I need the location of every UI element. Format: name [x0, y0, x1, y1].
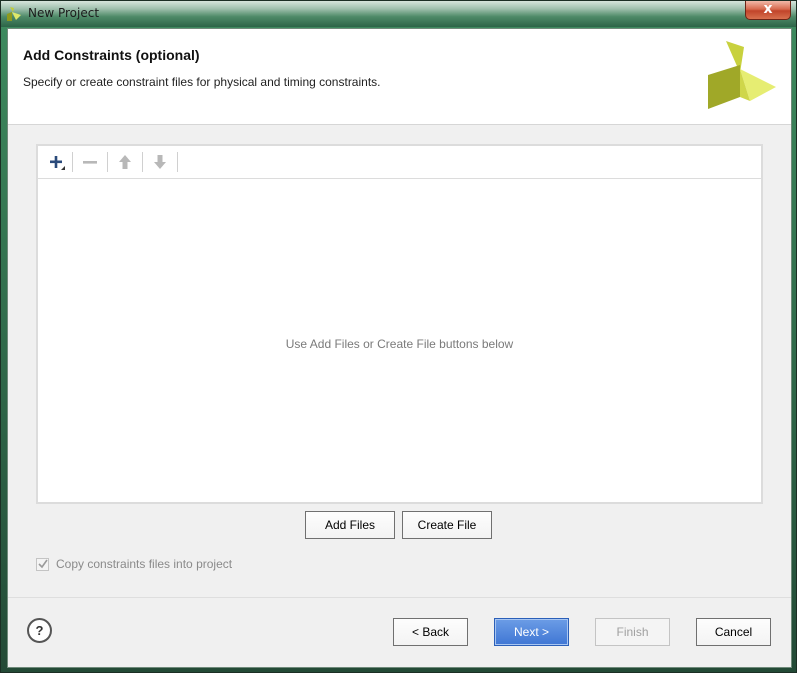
- title-bar[interactable]: New Project x: [1, 1, 796, 27]
- file-table-toolbar: [38, 146, 761, 179]
- remove-button[interactable]: [78, 151, 102, 173]
- toolbar-separator: [177, 152, 178, 172]
- next-button[interactable]: Next >: [494, 618, 569, 646]
- copy-constraints-checkbox[interactable]: [36, 557, 49, 571]
- dialog-client-area: Add Constraints (optional) Specify or cr…: [7, 28, 792, 668]
- dialog-window: New Project x Add Constraints (optional)…: [0, 0, 797, 673]
- plus-icon: [50, 156, 65, 170]
- add-button[interactable]: [44, 151, 68, 173]
- empty-table-message: Use Add Files or Create File buttons bel…: [285, 337, 514, 351]
- checkmark-icon: [37, 559, 48, 569]
- arrow-up-icon: [119, 155, 131, 169]
- toolbar-separator: [72, 152, 73, 172]
- copy-constraints-option[interactable]: Copy constraints files into project: [36, 556, 232, 572]
- cancel-button[interactable]: Cancel: [696, 618, 771, 646]
- back-button[interactable]: < Back: [393, 618, 468, 646]
- copy-constraints-label: Copy constraints files into project: [56, 557, 233, 571]
- move-down-button[interactable]: [148, 151, 172, 173]
- add-files-button[interactable]: Add Files: [305, 511, 395, 539]
- window-title: New Project: [28, 6, 100, 20]
- page-subtitle: Specify or create constraint files for p…: [23, 75, 381, 89]
- toolbar-separator: [142, 152, 143, 172]
- create-file-button[interactable]: Create File: [402, 511, 492, 539]
- help-button[interactable]: ?: [27, 618, 52, 643]
- vivado-logo-icon: [708, 41, 776, 109]
- page-title: Add Constraints (optional): [23, 47, 200, 63]
- vivado-app-icon: [7, 7, 21, 21]
- constraints-file-table[interactable]: Use Add Files or Create File buttons bel…: [36, 144, 763, 504]
- toolbar-separator: [107, 152, 108, 172]
- move-up-button[interactable]: [113, 151, 137, 173]
- arrow-down-icon: [154, 155, 166, 169]
- close-button[interactable]: x: [745, 1, 791, 20]
- finish-button[interactable]: Finish: [595, 618, 670, 646]
- wizard-header: Add Constraints (optional) Specify or cr…: [8, 29, 791, 125]
- minus-icon: [83, 161, 97, 164]
- footer-divider: [8, 597, 791, 598]
